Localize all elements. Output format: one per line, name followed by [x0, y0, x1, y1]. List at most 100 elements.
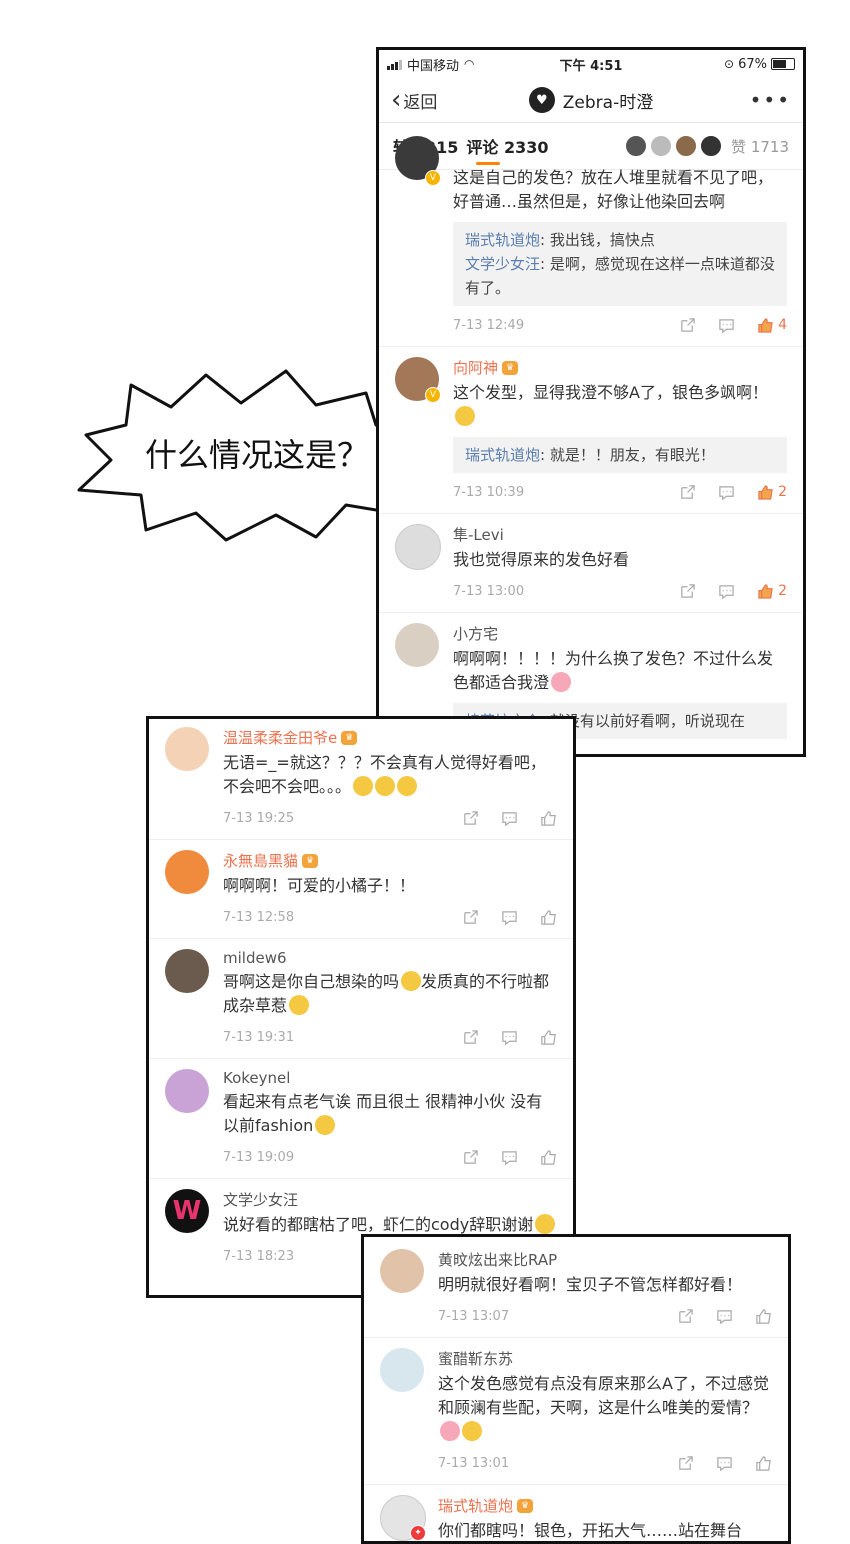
- comment-time: 7-13 12:49: [453, 317, 525, 333]
- avatar[interactable]: [380, 1348, 424, 1392]
- comment-author[interactable]: 隼-Levi: [453, 524, 504, 545]
- comment-author[interactable]: 永無島黑貓: [223, 850, 298, 871]
- comment-icon[interactable]: [501, 810, 518, 827]
- vip-crown-icon: ♛: [302, 853, 319, 868]
- comment-text: 这是自己的发色？放在人堆里就看不见了吧，好普通…虽然但是，好像让他染回去啊: [453, 168, 774, 211]
- thumbs-up-icon[interactable]: [755, 1455, 772, 1472]
- share-icon[interactable]: [462, 1149, 479, 1166]
- nav-bar: ‹ 返回 ♥ Zebra-时澄 •••: [379, 78, 803, 123]
- emoji-icon: [353, 776, 374, 796]
- comment-text: 你们都瞎吗！银色，开拓大气……站在舞台: [438, 1521, 743, 1540]
- comment-text: 哥啊这是你自己想染的吗: [223, 972, 400, 991]
- vip-crown-icon: ♛: [502, 360, 519, 375]
- thumbs-up-icon[interactable]: [540, 810, 557, 827]
- thumbs-up-icon: [758, 583, 773, 599]
- reply-author[interactable]: 瑞式轨道炮: [465, 231, 540, 249]
- comment-author[interactable]: 瑞式轨道炮: [438, 1495, 513, 1516]
- share-icon[interactable]: [677, 1455, 694, 1472]
- comment-author[interactable]: 向阿神: [453, 357, 498, 378]
- emoji-icon: [375, 776, 396, 796]
- comment-text: 这个发型，显得我澄不够A了，银色多飒啊！: [453, 383, 768, 402]
- reply-text: : 就是！！朋友，有眼光！: [540, 446, 715, 464]
- liker-avatar[interactable]: [625, 135, 648, 157]
- thumbs-up-icon[interactable]: [755, 1308, 772, 1325]
- tab-likes[interactable]: 赞 1713: [731, 136, 789, 157]
- speech-bubble-text: 什么情况这是？: [145, 436, 370, 474]
- share-icon[interactable]: [679, 583, 696, 600]
- comment-time: 7-13 13:07: [438, 1308, 510, 1324]
- avatar[interactable]: [165, 727, 209, 771]
- comment-icon[interactable]: [501, 909, 518, 926]
- reply-box[interactable]: 瑞式轨道炮: 就是！！朋友，有眼光！: [453, 437, 787, 473]
- comment-text: 我也觉得原来的发色好看: [453, 550, 630, 569]
- share-icon[interactable]: [679, 317, 696, 334]
- liker-avatar[interactable]: [675, 135, 698, 157]
- more-button[interactable]: •••: [750, 88, 791, 112]
- vip-crown-icon: ♛: [341, 730, 358, 745]
- phone-screenshot: 中国移动 ◠ 下午 4:51 ⊙ 67% ‹ 返回 ♥ Zebra-时澄 •••…: [376, 47, 806, 757]
- like-button[interactable]: 2: [757, 484, 787, 501]
- zebra-logo-icon: ♥: [528, 87, 555, 113]
- share-icon[interactable]: [462, 810, 479, 827]
- reply-author[interactable]: 瑞式轨道炮: [465, 446, 540, 464]
- comment-time: 7-13 13:01: [438, 1455, 510, 1471]
- comment-author[interactable]: 文学少女汪: [223, 1189, 298, 1210]
- comment-icon[interactable]: [501, 1149, 518, 1166]
- like-count: 2: [778, 583, 787, 599]
- share-icon[interactable]: [677, 1308, 694, 1325]
- comment-item: 隼-Levi 我也觉得原来的发色好看 7-13 13:00 2: [379, 514, 803, 613]
- comment-author[interactable]: mildew6: [223, 949, 287, 967]
- pray-emoji-icon: [535, 1214, 556, 1234]
- comment-item: ✦ 瑞式轨道炮 ♛ 你们都瞎吗！银色，开拓大气……站在舞台: [364, 1485, 788, 1541]
- share-icon[interactable]: [462, 1029, 479, 1046]
- share-icon[interactable]: [462, 909, 479, 926]
- comment-item: 温温柔柔金田爷e ♛ 无语=_=就这？？？不会真有人觉得好看吧，不会吧不会吧。。。…: [149, 719, 573, 840]
- emoji-icon: [397, 776, 418, 796]
- share-icon[interactable]: [679, 484, 696, 501]
- comment-author[interactable]: 黄旼炫出来比RAP: [438, 1249, 557, 1270]
- comment-icon[interactable]: [718, 317, 735, 334]
- avatar[interactable]: [165, 850, 209, 894]
- avatar[interactable]: [165, 1069, 209, 1113]
- avatar[interactable]: [395, 623, 439, 667]
- wifi-icon: ◠: [464, 57, 475, 71]
- like-button[interactable]: 4: [757, 317, 787, 334]
- avatar[interactable]: [395, 524, 441, 570]
- reply-text: : 我出钱，搞快点: [540, 231, 655, 249]
- thumbs-up-icon[interactable]: [540, 1029, 557, 1046]
- comment-icon[interactable]: [718, 484, 735, 501]
- comment-author[interactable]: 小方宅: [453, 623, 498, 644]
- comment-time: 7-13 18:23: [223, 1248, 295, 1264]
- comment-time: 7-13 19:09: [223, 1149, 295, 1165]
- emoji-icon: [440, 1421, 460, 1441]
- comment-author[interactable]: Kokeynel: [223, 1069, 290, 1087]
- comment-text: 看起来有点老气诶 而且很土 很精神小伙 没有以前fashion: [223, 1092, 543, 1135]
- back-button[interactable]: ‹ 返回: [391, 87, 437, 113]
- liker-avatar[interactable]: [700, 135, 723, 157]
- back-label: 返回: [403, 92, 438, 113]
- tab-comments[interactable]: 评论 2330: [466, 134, 548, 158]
- comment-icon[interactable]: [501, 1029, 518, 1046]
- comment-item: mildew6 哥啊这是你自己想染的吗 发质真的不行啦都成杂草惹 7-13 19:…: [149, 939, 573, 1059]
- comment-time: 7-13 12:58: [223, 909, 295, 925]
- comment-text: 啊啊啊！可爱的小橘子！！: [223, 876, 416, 895]
- avatar[interactable]: [380, 1249, 424, 1293]
- thumbs-up-icon[interactable]: [540, 1149, 557, 1166]
- comment-icon[interactable]: [716, 1455, 733, 1472]
- like-button[interactable]: 2: [757, 583, 787, 600]
- avatar[interactable]: [165, 949, 209, 993]
- comment-item: 永無島黑貓 ♛ 啊啊啊！可爱的小橘子！！ 7-13 12:58: [149, 840, 573, 939]
- avatar[interactable]: W: [165, 1189, 209, 1233]
- reply-author[interactable]: 文学少女汪: [465, 255, 540, 273]
- emoji-icon: [401, 971, 422, 991]
- reply-box[interactable]: 瑞式轨道炮: 我出钱，搞快点 文学少女汪: 是啊，感觉现在这样一点味道都没有了。: [453, 222, 787, 306]
- thumbs-up-icon: [758, 484, 773, 500]
- comment-icon[interactable]: [716, 1308, 733, 1325]
- comment-time: 7-13 10:39: [453, 484, 525, 500]
- thumbs-up-icon[interactable]: [540, 909, 557, 926]
- liker-avatar[interactable]: [650, 135, 673, 157]
- comment-author[interactable]: 温温柔柔金田爷e: [223, 727, 337, 748]
- comment-author[interactable]: 蜜醋靳东苏: [438, 1348, 513, 1369]
- comment-icon[interactable]: [718, 583, 735, 600]
- page-title: Zebra-时澄: [562, 92, 654, 113]
